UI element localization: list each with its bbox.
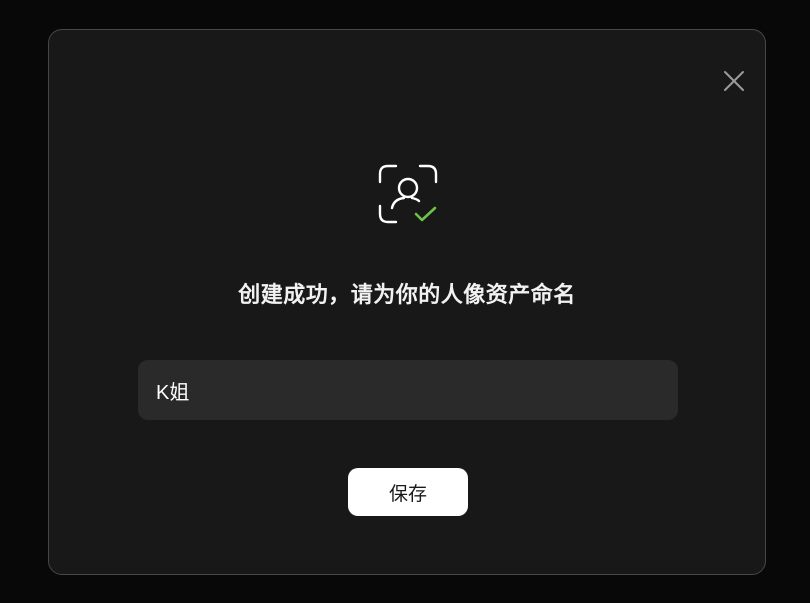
create-success-dialog: 创建成功，请为你的人像资产命名 保存 xyxy=(48,29,766,575)
dialog-title: 创建成功，请为你的人像资产命名 xyxy=(238,282,576,307)
close-icon[interactable] xyxy=(721,68,747,94)
asset-name-input[interactable] xyxy=(138,360,678,420)
face-id-check-icon xyxy=(378,164,438,224)
save-button[interactable]: 保存 xyxy=(348,468,468,516)
close-button[interactable] xyxy=(721,68,747,94)
